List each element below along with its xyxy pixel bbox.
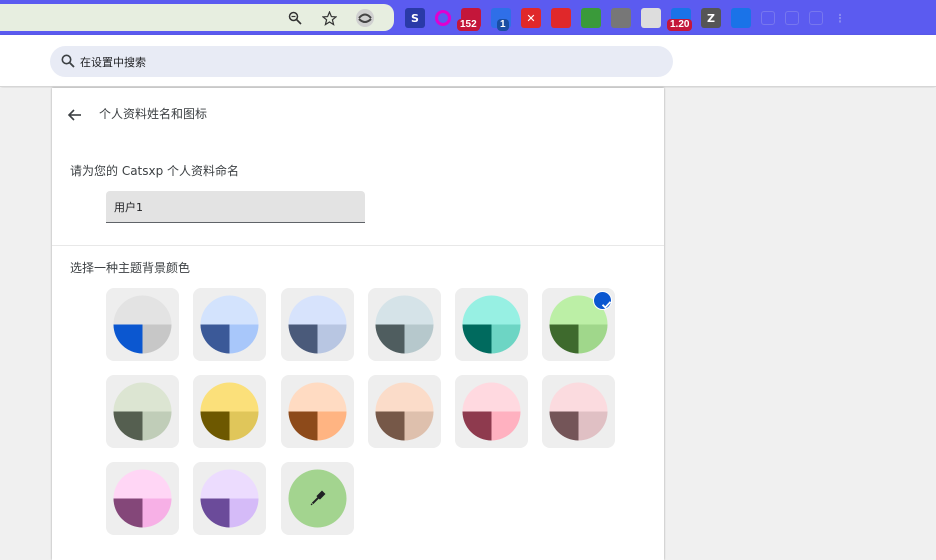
owl-extension-icon[interactable] xyxy=(611,8,631,28)
search-box[interactable] xyxy=(50,46,673,77)
color-preview-circle xyxy=(549,382,608,441)
theme-swatch-yellow[interactable] xyxy=(193,375,266,448)
color-preview-circle xyxy=(375,382,434,441)
color-preview-circle xyxy=(375,295,434,354)
theme-swatch-sage[interactable] xyxy=(106,375,179,448)
color-preview-circle xyxy=(113,295,172,354)
color-preview-circle xyxy=(113,382,172,441)
search-input[interactable] xyxy=(80,52,640,72)
sidebar-icon[interactable] xyxy=(785,11,799,25)
mail-extension-icon[interactable]: 152 xyxy=(457,8,481,31)
color-preview-circle xyxy=(200,469,259,528)
search-icon xyxy=(61,54,75,68)
theme-swatch-orange[interactable] xyxy=(281,375,354,448)
theme-swatch-gray-blue[interactable] xyxy=(368,288,441,361)
divider xyxy=(52,245,664,246)
profile-name-input[interactable] xyxy=(106,191,365,223)
color-preview-circle xyxy=(200,382,259,441)
extension-badge: 1.20 xyxy=(667,19,693,31)
bilibili-extension-icon[interactable] xyxy=(641,8,661,28)
red-app-extension-icon[interactable] xyxy=(551,8,571,28)
x-extension-icon[interactable]: ✕ xyxy=(521,8,541,28)
ring-extension-icon[interactable] xyxy=(435,10,451,26)
custom-color-circle xyxy=(288,469,347,528)
folder-extension-icon[interactable]: 1 xyxy=(491,8,511,31)
green-arrow-extension-icon[interactable] xyxy=(581,8,601,28)
color-preview-circle xyxy=(113,469,172,528)
back-button[interactable] xyxy=(64,104,86,126)
color-preview-circle xyxy=(462,295,521,354)
settings-header xyxy=(0,35,936,87)
extension-badge: 1 xyxy=(497,19,509,31)
more-menu-icon[interactable]: ⋮ xyxy=(833,11,847,25)
theme-swatch-magenta[interactable] xyxy=(106,462,179,535)
color-preview-circle xyxy=(200,295,259,354)
theme-swatch-light-blue[interactable] xyxy=(193,288,266,361)
theme-swatch-green[interactable] xyxy=(542,288,615,361)
theme-swatch-tan[interactable] xyxy=(368,375,441,448)
theme-swatch-default[interactable] xyxy=(106,288,179,361)
profile-avatar-icon[interactable] xyxy=(355,8,375,28)
extension-badge: 152 xyxy=(457,19,480,31)
theme-color-label: 选择一种主题背景颜色 xyxy=(70,261,191,275)
theme-swatch-lavender[interactable] xyxy=(193,462,266,535)
color-preview-circle xyxy=(288,382,347,441)
puzzle-extension-icon[interactable] xyxy=(761,11,775,25)
s-extension-icon[interactable]: S xyxy=(405,8,425,28)
download-icon[interactable] xyxy=(809,11,823,25)
browser-toolbar: S 152 1 ✕ 1.20 Z ⋮ xyxy=(0,0,936,35)
selected-check-icon xyxy=(593,291,612,310)
color-preview-circle xyxy=(288,295,347,354)
zoom-icon[interactable] xyxy=(287,10,303,26)
color-preview-circle xyxy=(462,382,521,441)
theme-swatch-custom[interactable] xyxy=(281,462,354,535)
address-bar[interactable] xyxy=(0,4,394,31)
profile-name-label: 请为您的 Catsxp 个人资料命名 xyxy=(70,164,240,178)
profile-card: 个人资料姓名和图标 请为您的 Catsxp 个人资料命名 选择一种主题背景颜色 xyxy=(52,88,664,560)
theme-swatch-aqua[interactable] xyxy=(455,288,528,361)
back-arrow-icon xyxy=(67,109,81,121)
theme-swatch-dusty-rose[interactable] xyxy=(542,375,615,448)
extension-strip: S 152 1 ✕ 1.20 Z ⋮ xyxy=(405,6,857,31)
page-title: 个人资料姓名和图标 xyxy=(99,107,208,121)
theme-swatch-periwinkle[interactable] xyxy=(281,288,354,361)
z-extension-icon[interactable]: Z xyxy=(701,8,721,28)
theme-swatch-pink[interactable] xyxy=(455,375,528,448)
video-speed-extension-icon[interactable]: 1.20 xyxy=(667,8,693,31)
bookmark-star-icon[interactable] xyxy=(321,10,337,26)
sync-extension-icon[interactable] xyxy=(731,8,751,28)
